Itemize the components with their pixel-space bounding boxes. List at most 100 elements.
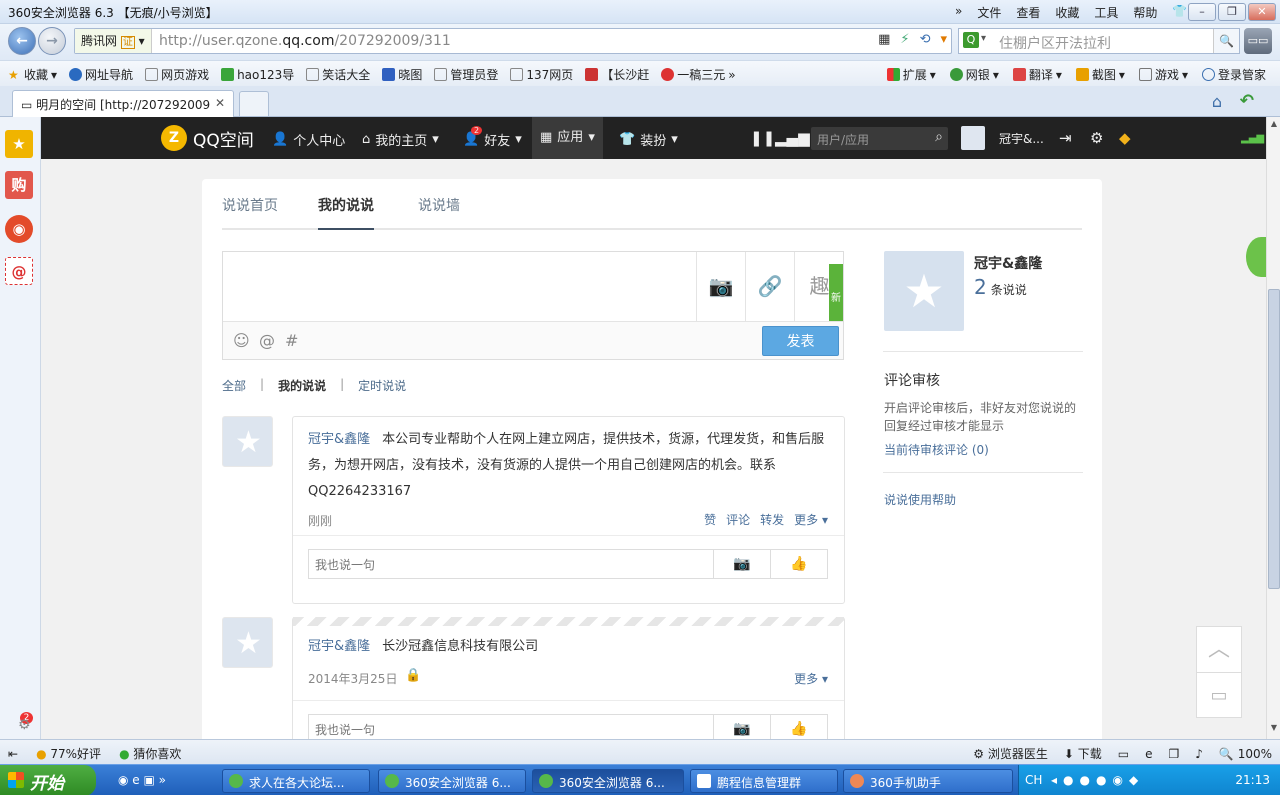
reply-camera-icon[interactable]: 📷: [714, 714, 771, 739]
tray-icons[interactable]: ◂ ● ● ● ◉ ◆: [1051, 773, 1138, 787]
fav-xiaotu[interactable]: 晓图: [382, 66, 422, 83]
home-icon[interactable]: ⌂: [1212, 92, 1222, 111]
nav-decorate[interactable]: 👕 装扮 ▾: [619, 130, 678, 149]
menu-view[interactable]: 查看: [1016, 4, 1040, 21]
menu-help[interactable]: 帮助: [1133, 4, 1157, 21]
fav-137[interactable]: 137网页: [510, 66, 573, 83]
tab-active[interactable]: ▭ 明月的空间 [http://207292009 ✕: [12, 90, 234, 117]
post-author-avatar[interactable]: [222, 617, 274, 669]
forward-button[interactable]: 转发: [760, 511, 784, 528]
fun-icon[interactable]: 趣新: [795, 252, 844, 333]
scroll-down-icon[interactable]: ▼: [1268, 723, 1280, 737]
qzone-search-icon[interactable]: ⌕: [935, 129, 943, 145]
post-author[interactable]: 冠宇&鑫隆: [308, 432, 370, 447]
mascot-icon[interactable]: [1246, 237, 1266, 277]
filter-mine[interactable]: 我的说说: [278, 377, 326, 394]
search-icon[interactable]: 🔍: [1213, 29, 1239, 53]
reply-like-icon[interactable]: 👍: [771, 714, 828, 739]
mode-icon[interactable]: ▭: [1118, 747, 1129, 761]
taskbar-item[interactable]: 鹏程信息管理群: [690, 769, 838, 793]
toolbar-login-manager[interactable]: 登录管家: [1201, 66, 1266, 83]
window-icon[interactable]: ❐: [1168, 747, 1179, 761]
taskbar-item[interactable]: 求人在各大论坛...: [222, 769, 370, 793]
quicklaunch-icons[interactable]: ◉ e ▣ »: [118, 773, 166, 787]
guess-item[interactable]: ● 猜你喜欢: [119, 745, 181, 762]
browser-doctor[interactable]: ⚙ 浏览器医生: [973, 745, 1048, 762]
at-icon[interactable]: @: [259, 331, 275, 350]
url-text[interactable]: http://user.qzone.qq.com/207292009/311: [159, 33, 451, 49]
volume-icon[interactable]: ♪: [1195, 747, 1203, 761]
like-button[interactable]: 赞: [704, 511, 716, 528]
fav-nav[interactable]: 网址导航: [69, 66, 133, 83]
signal-icon[interactable]: ▂▄▆: [775, 129, 810, 147]
taskbar-item[interactable]: 360手机助手: [843, 769, 1013, 793]
dropdown-icon[interactable]: ▾: [940, 32, 947, 47]
diamond-icon[interactable]: ◆: [1119, 129, 1131, 147]
rating-item[interactable]: ● 77%好评: [36, 745, 101, 762]
toolbar-extensions[interactable]: 扩展 ▾: [886, 66, 936, 83]
post-author[interactable]: 冠宇&鑫隆: [308, 639, 370, 654]
nav-my-home[interactable]: ⌂ 我的主页 ▾: [362, 130, 439, 149]
toolbar-bank[interactable]: 网银 ▾: [949, 66, 999, 83]
shopping-icon[interactable]: 购: [5, 171, 33, 199]
link-icon[interactable]: 🔗: [746, 252, 795, 321]
site-label[interactable]: 腾讯网 证 ▾: [75, 29, 152, 53]
fav-collect[interactable]: ★ 收藏 ▾: [8, 66, 57, 83]
scroll-thumb[interactable]: [1268, 289, 1280, 589]
tab-shuoshuo-wall[interactable]: 说说墙: [418, 195, 460, 215]
undo-close-icon[interactable]: ↶: [1240, 91, 1254, 111]
close-button[interactable]: ✕: [1248, 3, 1276, 21]
nav-friends[interactable]: 👤 2 好友 ▾: [463, 126, 522, 149]
forward-button[interactable]: →: [38, 27, 66, 55]
feedback-icon[interactable]: ▭: [1197, 673, 1241, 718]
filter-scheduled[interactable]: 定时说说: [358, 377, 406, 394]
pending-comments-link[interactable]: 当前待审核评论 (0): [884, 441, 989, 458]
fav-admin[interactable]: 管理员登: [434, 66, 498, 83]
input-language[interactable]: CH: [1025, 773, 1042, 787]
qzone-logo[interactable]: Z QQ空间: [161, 125, 254, 151]
profile-name[interactable]: 冠宇&鑫隆: [974, 253, 1042, 273]
menu-file[interactable]: 文件: [977, 4, 1001, 21]
page-scrollbar[interactable]: ▲ ▼: [1266, 117, 1280, 739]
tab-shuoshuo-home[interactable]: 说说首页: [222, 195, 278, 215]
reply-like-icon[interactable]: 👍: [771, 549, 828, 579]
logout-icon[interactable]: ⇥: [1059, 129, 1072, 147]
filter-all[interactable]: 全部: [222, 377, 246, 394]
camera-icon[interactable]: 📷: [697, 252, 746, 321]
restore-button[interactable]: ❐: [1218, 3, 1246, 21]
extension-icon[interactable]: ▭▭: [1244, 28, 1272, 54]
ie-icon[interactable]: e: [1145, 747, 1152, 761]
fav-jokes[interactable]: 笑话大全: [306, 66, 370, 83]
sidebar-toggle-icon[interactable]: ⇤: [8, 747, 18, 761]
search-engine-icon[interactable]: Q: [963, 32, 979, 48]
minimize-button[interactable]: –: [1188, 3, 1216, 21]
publish-button[interactable]: 发表: [762, 326, 839, 356]
toolbar-translate[interactable]: 翻译 ▾: [1012, 66, 1062, 83]
start-button[interactable]: 开始: [0, 765, 96, 795]
menu-favorites[interactable]: 收藏: [1055, 4, 1079, 21]
more-button[interactable]: 更多 ▾: [794, 511, 828, 528]
menu-tools[interactable]: 工具: [1094, 4, 1118, 21]
zoom-level[interactable]: 🔍 100%: [1219, 747, 1272, 761]
scroll-up-icon[interactable]: ▲: [1268, 119, 1280, 133]
hashtag-icon[interactable]: #: [285, 331, 298, 350]
reply-input[interactable]: 我也说一句: [308, 714, 714, 739]
toolbar-games[interactable]: 游戏 ▾: [1138, 66, 1188, 83]
pause-icon[interactable]: ❚❚: [750, 129, 775, 147]
qrcode-icon[interactable]: ▦: [878, 32, 890, 47]
menu-more-icon[interactable]: »: [955, 4, 962, 21]
refresh-icon[interactable]: ⟲: [920, 32, 931, 47]
tab-my-shuoshuo[interactable]: 我的说说: [318, 195, 374, 230]
address-bar[interactable]: 腾讯网 证 ▾ http://user.qzone.qq.com/2072920…: [74, 28, 952, 54]
post-textarea[interactable]: [223, 252, 697, 321]
reply-input[interactable]: 我也说一句: [308, 549, 714, 579]
downloads[interactable]: ⬇ 下载: [1064, 745, 1102, 762]
reply-camera-icon[interactable]: 📷: [714, 549, 771, 579]
fav-hao123[interactable]: hao123导: [221, 66, 294, 83]
back-to-top-icon[interactable]: ︿: [1197, 627, 1241, 673]
nav-apps[interactable]: ▦ 应用 ▾: [532, 117, 603, 159]
help-link[interactable]: 说说使用帮助: [884, 491, 956, 508]
gear-icon[interactable]: ⚙: [1090, 129, 1103, 147]
settings-icon[interactable]: ⚙: [18, 717, 31, 733]
clock[interactable]: 21:13: [1235, 773, 1270, 787]
